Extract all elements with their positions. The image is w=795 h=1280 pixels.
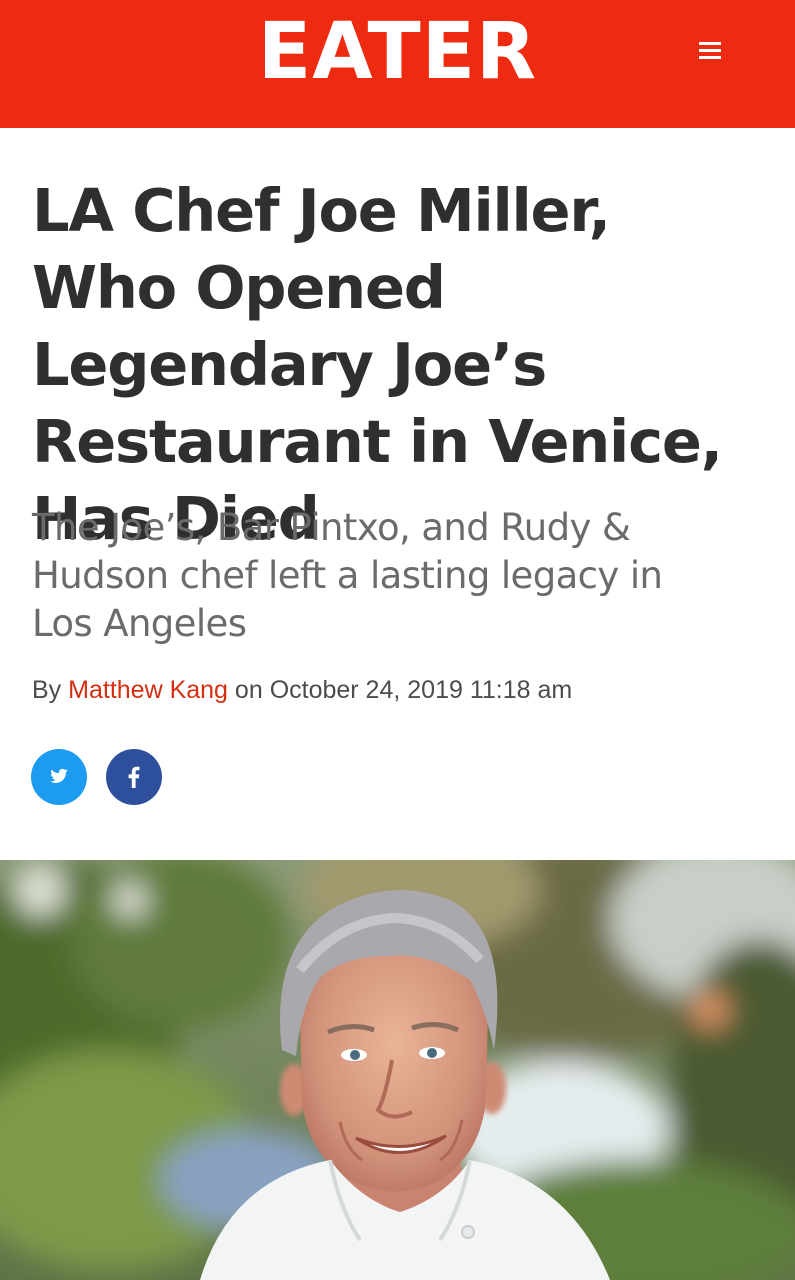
- twitter-share-button[interactable]: [31, 749, 87, 805]
- article-dek: The Joe’s, Bar Pintxo, and Rudy & Hudson…: [32, 506, 663, 645]
- chef-portrait-photo: [0, 860, 795, 1280]
- byline-by: By: [32, 676, 62, 704]
- facebook-share-button[interactable]: [106, 749, 162, 805]
- twitter-icon: [50, 768, 68, 783]
- author-link[interactable]: Matthew Kang: [68, 676, 228, 704]
- article-byline: By Matthew Kang on October 24, 2019 11:1…: [32, 674, 572, 706]
- byline-on: on: [234, 676, 263, 704]
- publish-date: October 24, 2019 11:18 am: [269, 676, 573, 704]
- hero-image: [0, 860, 795, 1280]
- hamburger-menu-icon-bar: [699, 56, 721, 59]
- article-headline: LA Chef Joe Miller, Who Opened Legendary…: [32, 176, 723, 553]
- site-header: EATER: [0, 0, 795, 128]
- hamburger-menu-icon-bar: [699, 42, 721, 45]
- hamburger-menu-icon-bar: [699, 49, 721, 52]
- hamburger-menu-button[interactable]: [690, 36, 732, 66]
- facebook-icon: [128, 766, 140, 788]
- eater-logo[interactable]: EATER: [0, 10, 795, 94]
